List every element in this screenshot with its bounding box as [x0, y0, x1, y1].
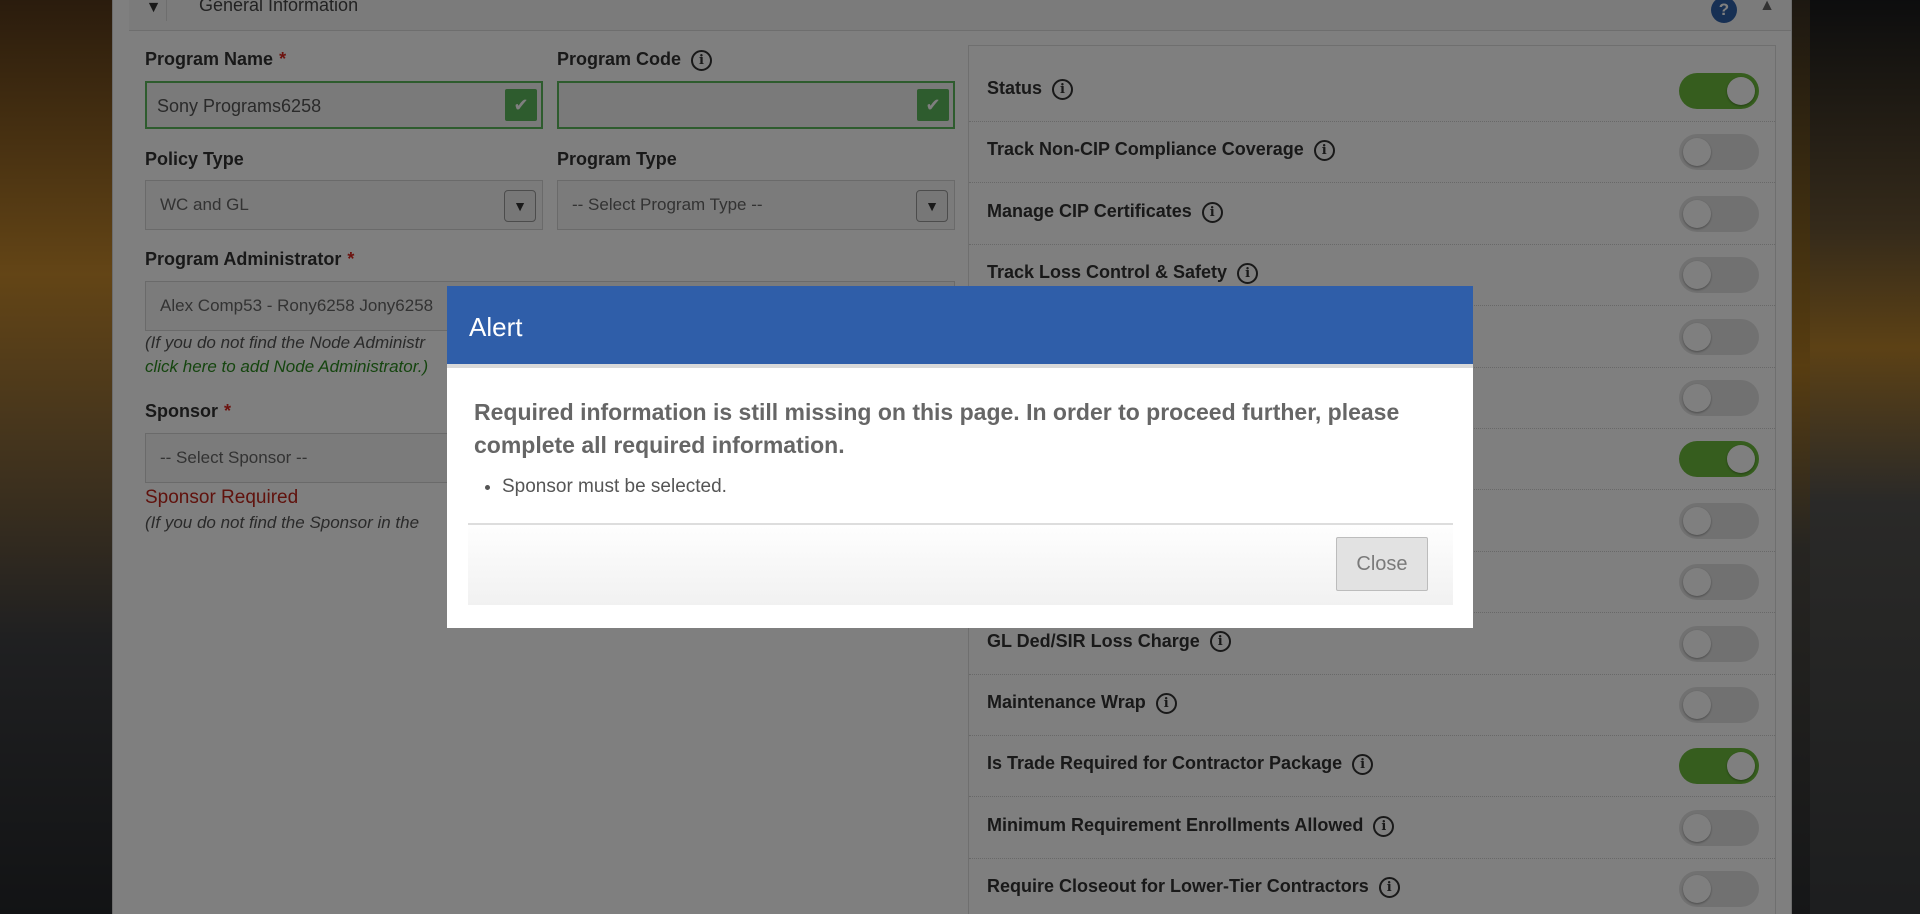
close-button[interactable]: Close — [1336, 537, 1428, 591]
alert-item-list: Sponsor must be selected. — [502, 476, 727, 498]
alert-message: Required information is still missing on… — [474, 399, 1400, 458]
alert-dialog-header: Alert — [447, 286, 1473, 368]
alert-dialog-footer: Close — [468, 523, 1453, 605]
alert-item: Sponsor must be selected. — [502, 476, 727, 498]
alert-dialog: Alert Required information is still miss… — [447, 286, 1473, 628]
alert-dialog-title: Alert — [469, 312, 523, 342]
